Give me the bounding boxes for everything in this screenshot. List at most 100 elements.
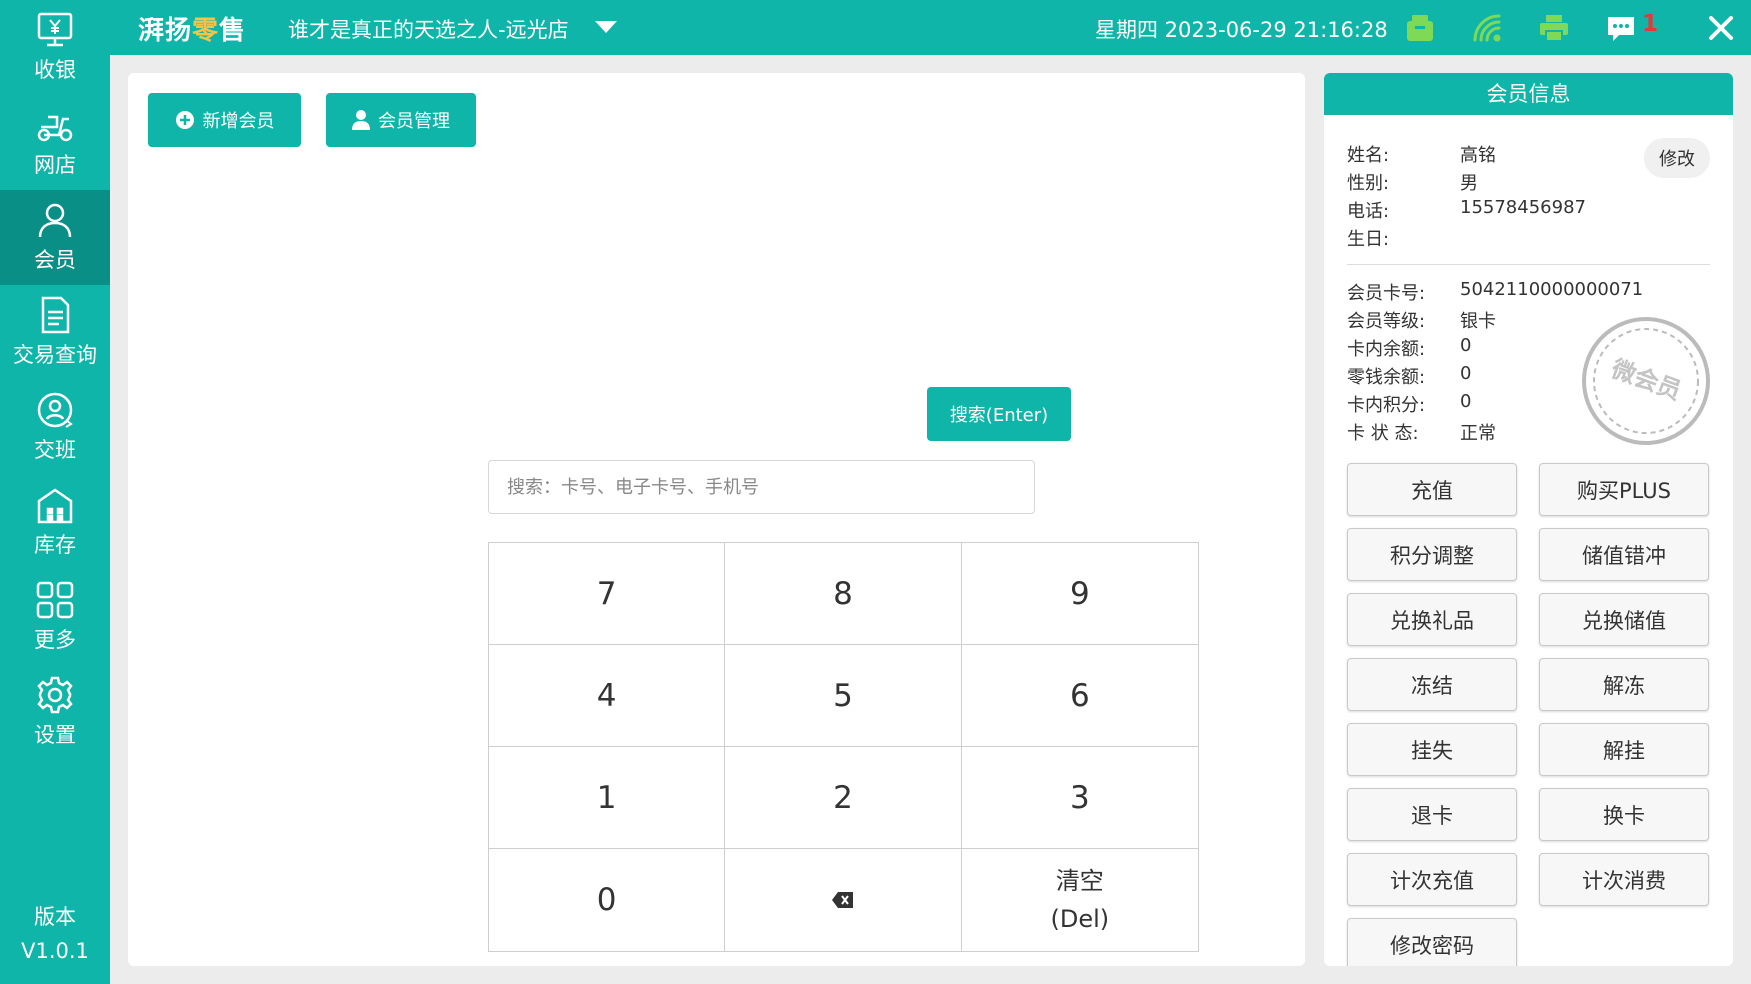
key-1[interactable]: 1 — [489, 747, 726, 849]
key-9[interactable]: 9 — [961, 543, 1198, 645]
key-5[interactable]: 5 — [725, 645, 962, 747]
key-2[interactable]: 2 — [725, 747, 962, 849]
key-8[interactable]: 8 — [725, 543, 962, 645]
member-search-input[interactable] — [488, 460, 1035, 514]
stamp-text: 微会员 — [1607, 354, 1685, 405]
top-bar: 湃扬零售 谁才是真正的天选之人-远光店 星期四 2023-06-29 21:16… — [110, 0, 1751, 55]
version-number: V1.0.1 — [21, 939, 89, 963]
chevron-down-icon[interactable] — [595, 21, 617, 33]
info-value: 15578456987 — [1460, 197, 1586, 218]
sidebar-item-more[interactable]: 更多 — [0, 570, 110, 665]
sidebar-item-label: 交易查询 — [13, 343, 97, 367]
sidebar-item-label: 网店 — [34, 153, 76, 177]
info-key: 性别: — [1347, 173, 1390, 194]
info-key: 会员等级: — [1347, 311, 1426, 332]
count-recharge-button[interactable]: 计次充值 — [1347, 853, 1517, 906]
message-count-badge: 1 — [1642, 11, 1659, 37]
sidebar-item-cashier[interactable]: 收银 — [0, 0, 110, 95]
store-selector[interactable]: 谁才是真正的天选之人-远光店 — [288, 14, 569, 44]
info-value: 高铭 — [1460, 145, 1496, 166]
cash-drawer-icon[interactable] — [1404, 12, 1436, 44]
info-key: 生日: — [1347, 229, 1390, 250]
sidebar-item-inventory[interactable]: 库存 — [0, 475, 110, 570]
buy-plus-button[interactable]: 购买PLUS — [1539, 463, 1709, 516]
replace-card-button[interactable]: 换卡 — [1539, 788, 1709, 841]
sidebar-item-online-store[interactable]: 网店 — [0, 95, 110, 190]
sidebar-item-label: 库存 — [34, 533, 76, 557]
person-icon — [352, 110, 370, 130]
numeric-keypad: 7 8 9 4 5 6 1 2 3 0 清空 (Del) — [488, 542, 1199, 952]
info-key: 电话: — [1347, 201, 1390, 222]
member-person-icon — [38, 203, 72, 238]
count-consume-button[interactable]: 计次消费 — [1539, 853, 1709, 906]
info-key: 零钱余额: — [1347, 367, 1426, 388]
brand-logo: 湃扬零售 — [138, 16, 247, 46]
info-key: 卡 状 态: — [1347, 423, 1419, 444]
plus-circle-icon — [175, 111, 194, 129]
add-member-button[interactable]: 新增会员 — [148, 93, 301, 147]
clear-key-label: 清空 — [1055, 867, 1104, 895]
sidebar-item-label: 更多 — [34, 628, 76, 652]
warehouse-icon — [37, 488, 73, 524]
report-loss-button[interactable]: 挂失 — [1347, 723, 1517, 776]
info-value: 正常 — [1460, 423, 1496, 444]
search-button[interactable]: 搜索(Enter) — [927, 387, 1071, 441]
member-info-title: 会员信息 — [1324, 73, 1733, 115]
message-icon[interactable] — [1605, 12, 1637, 44]
divider — [1347, 264, 1710, 265]
manage-members-button[interactable]: 会员管理 — [326, 93, 476, 147]
reverse-stored-value-button[interactable]: 储值错冲 — [1539, 528, 1709, 581]
unfreeze-button[interactable]: 解冻 — [1539, 658, 1709, 711]
printer-icon[interactable] — [1538, 12, 1570, 44]
refund-card-button[interactable]: 退卡 — [1347, 788, 1517, 841]
info-value: 0 — [1460, 335, 1472, 356]
info-value: 5042110000000071 — [1460, 279, 1644, 300]
close-icon[interactable] — [1705, 12, 1737, 44]
info-value: 0 — [1460, 391, 1472, 412]
sidebar-item-label: 设置 — [34, 723, 76, 747]
info-key: 姓名: — [1347, 145, 1390, 166]
backspace-icon — [831, 892, 853, 908]
info-key: 会员卡号: — [1347, 283, 1426, 304]
recharge-button[interactable]: 充值 — [1347, 463, 1517, 516]
sidebar-item-transactions[interactable]: 交易查询 — [0, 285, 110, 380]
sidebar-item-label: 交班 — [34, 438, 76, 462]
document-icon — [41, 296, 70, 334]
sidebar-item-label: 会员 — [34, 248, 76, 272]
edit-member-button[interactable]: 修改 — [1644, 138, 1710, 178]
datetime: 星期四 2023-06-29 21:16:28 — [1095, 18, 1388, 42]
sidebar-item-member[interactable]: 会员 — [0, 190, 110, 285]
adjust-points-button[interactable]: 积分调整 — [1347, 528, 1517, 581]
key-4[interactable]: 4 — [489, 645, 726, 747]
brand-highlight: 零 — [192, 16, 220, 46]
add-member-label: 新增会员 — [202, 111, 275, 132]
redeem-stored-value-button[interactable]: 兑换储值 — [1539, 593, 1709, 646]
clear-key-shortcut: (Del) — [1050, 905, 1110, 933]
manage-members-label: 会员管理 — [378, 111, 450, 132]
key-0[interactable]: 0 — [489, 849, 726, 951]
info-key: 卡内余额: — [1347, 339, 1426, 360]
member-stamp-seal: 微会员 — [1582, 317, 1710, 445]
info-value: 银卡 — [1460, 311, 1496, 332]
grid-icon — [36, 581, 74, 619]
gear-icon — [37, 676, 73, 714]
backspace-key[interactable] — [725, 849, 962, 951]
info-value: 0 — [1460, 363, 1472, 384]
key-6[interactable]: 6 — [961, 645, 1198, 747]
cancel-loss-button[interactable]: 解挂 — [1539, 723, 1709, 776]
version-info: 版本 V1.0.1 — [0, 900, 110, 968]
wifi-signal-icon[interactable] — [1471, 12, 1503, 44]
clear-key[interactable]: 清空 (Del) — [961, 849, 1198, 951]
redeem-gift-button[interactable]: 兑换礼品 — [1347, 593, 1517, 646]
scooter-icon — [37, 115, 73, 142]
cashier-monitor-icon — [37, 12, 73, 47]
sidebar-item-settings[interactable]: 设置 — [0, 665, 110, 760]
sidebar-item-shift[interactable]: 交班 — [0, 380, 110, 475]
sidebar: 收银 网店 会员 交易查询 交班 库存 更多 设置 版本 V1.0.1 — [0, 0, 110, 984]
change-password-button[interactable]: 修改密码 — [1347, 918, 1517, 966]
key-7[interactable]: 7 — [489, 543, 726, 645]
key-3[interactable]: 3 — [961, 747, 1198, 849]
info-value: 男 — [1460, 173, 1478, 194]
member-info-panel: 会员信息 姓名: 高铭 性别: 男 电话: 15578456987 生日: 修改… — [1324, 73, 1733, 966]
freeze-button[interactable]: 冻结 — [1347, 658, 1517, 711]
